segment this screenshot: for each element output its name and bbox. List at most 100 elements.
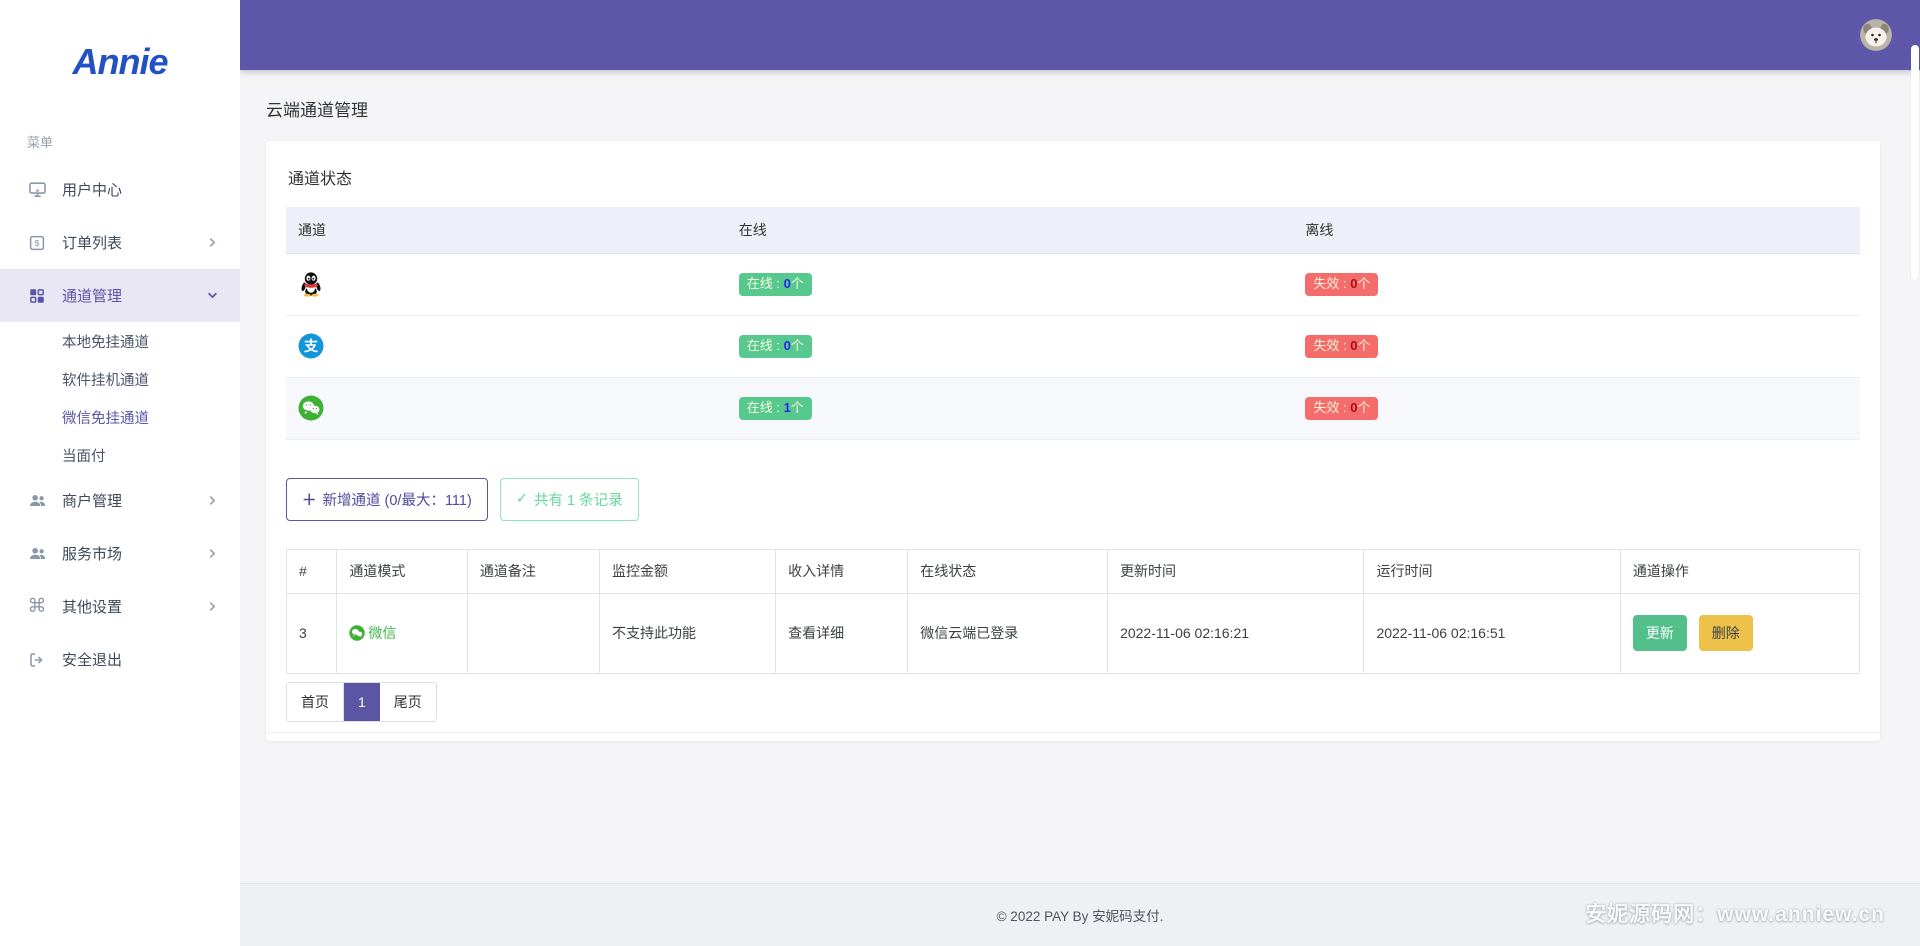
chevron-right-icon [207, 601, 218, 612]
order-list-icon: $ [27, 233, 47, 253]
wechat-icon [298, 395, 324, 421]
card-divider [266, 731, 1880, 733]
add-channel-button[interactable]: ＋ 新增通道 (0/最大：111) [286, 477, 488, 521]
online-count-badge: 在线 : 1个 [738, 396, 812, 420]
status-row-wechat: 在线 : 1个 失效 : 0个 [286, 377, 1860, 440]
user-avatar[interactable] [1860, 19, 1892, 51]
cell-actions: 更新 删除 [1619, 592, 1861, 674]
sidebar-subitem-label: 本地免挂通道 [62, 334, 149, 351]
channel-status-table: 通道 在线 离线 在线: 0个 失效: 0个 支 在线: 0个 失效: … [286, 207, 1860, 440]
app-logo: Annie [72, 41, 168, 82]
sidebar-nav: 用户中心 $ 订单列表 通道管理 本地免挂通道 软件挂机通道 微信免挂通道 当面… [0, 163, 240, 686]
topbar [240, 0, 1920, 70]
command-icon: ⌘ [27, 596, 47, 617]
table-toolbar: ＋ 新增通道 (0/最大：111) ✓ 共有 1 条记录 [286, 477, 1860, 521]
sidebar-item-label: 用户中心 [62, 182, 123, 199]
sidebar-subitem-wechat-channel[interactable]: 微信免挂通道 [0, 398, 240, 436]
pagination-last[interactable]: 尾页 [379, 682, 436, 721]
sidebar-item-logout[interactable]: 安全退出 [0, 633, 240, 686]
sidebar-item-merchants[interactable]: 商户管理 [0, 474, 240, 527]
record-count-button[interactable]: ✓ 共有 1 条记录 [499, 477, 639, 521]
sidebar-item-user-center[interactable]: 用户中心 [0, 163, 240, 216]
page-title: 云端通道管理 [266, 101, 368, 120]
record-count-label: 共有 1 条记录 [533, 492, 623, 509]
col-online-status: 在线状态 [907, 548, 1109, 594]
logout-icon [27, 650, 47, 670]
users-icon [27, 491, 47, 511]
sidebar-item-channels[interactable]: 通道管理 [0, 269, 240, 322]
channel-table-header-row: # 通道模式 通道备注 监控金额 收入详情 在线状态 更新时间 运行时间 通道操… [285, 548, 1861, 594]
sidebar-item-orders[interactable]: $ 订单列表 [0, 216, 240, 269]
chevron-right-icon [207, 495, 218, 506]
wechat-icon [349, 625, 366, 641]
sidebar-item-label: 其他设置 [62, 599, 123, 616]
main-area: 云端通道管理 通道状态 通道 在线 离线 在线: 0个 失效: 0个 支 在… [240, 0, 1920, 946]
status-row-alipay: 支 在线 : 0个 失效 : 0个 [286, 315, 1860, 378]
status-col-channel: 通道 [286, 207, 727, 254]
copyright-text: © 2022 PAY By 安妮码支付. [996, 909, 1164, 924]
sidebar-subitem-face-to-face-pay[interactable]: 当面付 [0, 436, 240, 474]
sidebar-subitem-label: 软件挂机通道 [62, 372, 149, 389]
qq-icon [298, 271, 324, 297]
offline-count-badge: 失效 : 0个 [1305, 272, 1379, 296]
monitor-icon [27, 180, 47, 200]
app-root: Annie 菜单 用户中心 $ 订单列表 通道管理 本地免挂通道 软件挂机通道 … [0, 0, 1920, 946]
alipay-icon: 支 [298, 333, 324, 359]
channel-status-card: 通道状态 通道 在线 离线 在线: 0个 失效: 0个 支 在线: 0个 … [266, 141, 1880, 741]
sidebar-item-label: 订单列表 [62, 235, 123, 252]
cell-online-status: 微信云端已登录 [907, 592, 1109, 674]
content-area: 云端通道管理 通道状态 通道 在线 离线 在线: 0个 失效: 0个 支 在… [240, 70, 1920, 883]
pagination-first[interactable]: 首页 [287, 682, 344, 721]
channels-icon [27, 286, 47, 306]
users-icon [27, 544, 47, 564]
cell-index: 3 [285, 592, 338, 674]
check-icon: ✓ [515, 491, 528, 507]
chevron-right-icon [207, 548, 218, 559]
status-header-row: 通道 在线 离线 [286, 207, 1860, 254]
view-income-detail-link[interactable]: 查看详细 [775, 592, 909, 674]
vertical-scrollbar-thumb[interactable] [1911, 45, 1919, 280]
update-channel-button[interactable]: 更新 [1632, 615, 1687, 651]
svg-text:支: 支 [303, 338, 319, 354]
sidebar-item-settings[interactable]: ⌘ 其他设置 [0, 580, 240, 633]
watermark-text: 安妮源码网：www.anniew.cn [1585, 903, 1885, 926]
dog-avatar-image [1860, 19, 1892, 51]
cell-run-time: 2022-11-06 02:16:51 [1363, 592, 1621, 674]
channel-table-row: 3 微信 不支持此功能 查看详细 微信云端已登录 2022-11-06 02:1… [285, 592, 1861, 674]
col-income: 收入详情 [775, 548, 909, 594]
card-title: 通道状态 [288, 171, 353, 188]
sidebar: Annie 菜单 用户中心 $ 订单列表 通道管理 本地免挂通道 软件挂机通道 … [0, 0, 240, 946]
col-run-time: 运行时间 [1363, 548, 1621, 594]
chevron-right-icon [207, 237, 218, 248]
cell-monitor: 不支持此功能 [598, 592, 777, 674]
plus-icon: ＋ [302, 492, 317, 509]
sidebar-item-market[interactable]: 服务市场 [0, 527, 240, 580]
col-actions: 通道操作 [1619, 548, 1861, 594]
col-index: # [285, 548, 338, 594]
cell-update-time: 2022-11-06 02:16:21 [1107, 592, 1365, 674]
offline-count-badge: 失效 : 0个 [1305, 334, 1379, 358]
add-channel-label: 新增通道 (0/最大：111) [322, 492, 472, 509]
svg-text:$: $ [35, 238, 40, 248]
pagination: 首页 1 尾页 [286, 681, 437, 722]
sidebar-subitem-label: 当面付 [62, 448, 106, 465]
status-col-online: 在线 [726, 207, 1294, 254]
sidebar-item-label: 安全退出 [62, 652, 123, 669]
status-row-qq: 在线 : 0个 失效 : 0个 [286, 253, 1860, 316]
sidebar-subitem-software-channel[interactable]: 软件挂机通道 [0, 360, 240, 398]
online-count-badge: 在线 : 0个 [738, 334, 812, 358]
sidebar-subitem-local-channel[interactable]: 本地免挂通道 [0, 322, 240, 360]
status-col-offline: 离线 [1293, 207, 1860, 254]
chevron-down-icon [207, 290, 218, 301]
online-count-badge: 在线 : 0个 [738, 272, 812, 296]
pagination-page-1[interactable]: 1 [344, 682, 380, 721]
channel-list-table: # 通道模式 通道备注 监控金额 收入详情 在线状态 更新时间 运行时间 通道操… [285, 548, 1861, 674]
sidebar-subitem-label: 微信免挂通道 [62, 410, 149, 427]
col-remark: 通道备注 [466, 548, 601, 594]
sidebar-item-label: 商户管理 [62, 493, 123, 510]
delete-channel-button[interactable]: 删除 [1698, 615, 1753, 651]
cell-mode: 微信 [336, 592, 468, 674]
col-update-time: 更新时间 [1107, 548, 1365, 594]
cell-remark [466, 592, 601, 674]
col-monitor: 监控金额 [598, 548, 777, 594]
